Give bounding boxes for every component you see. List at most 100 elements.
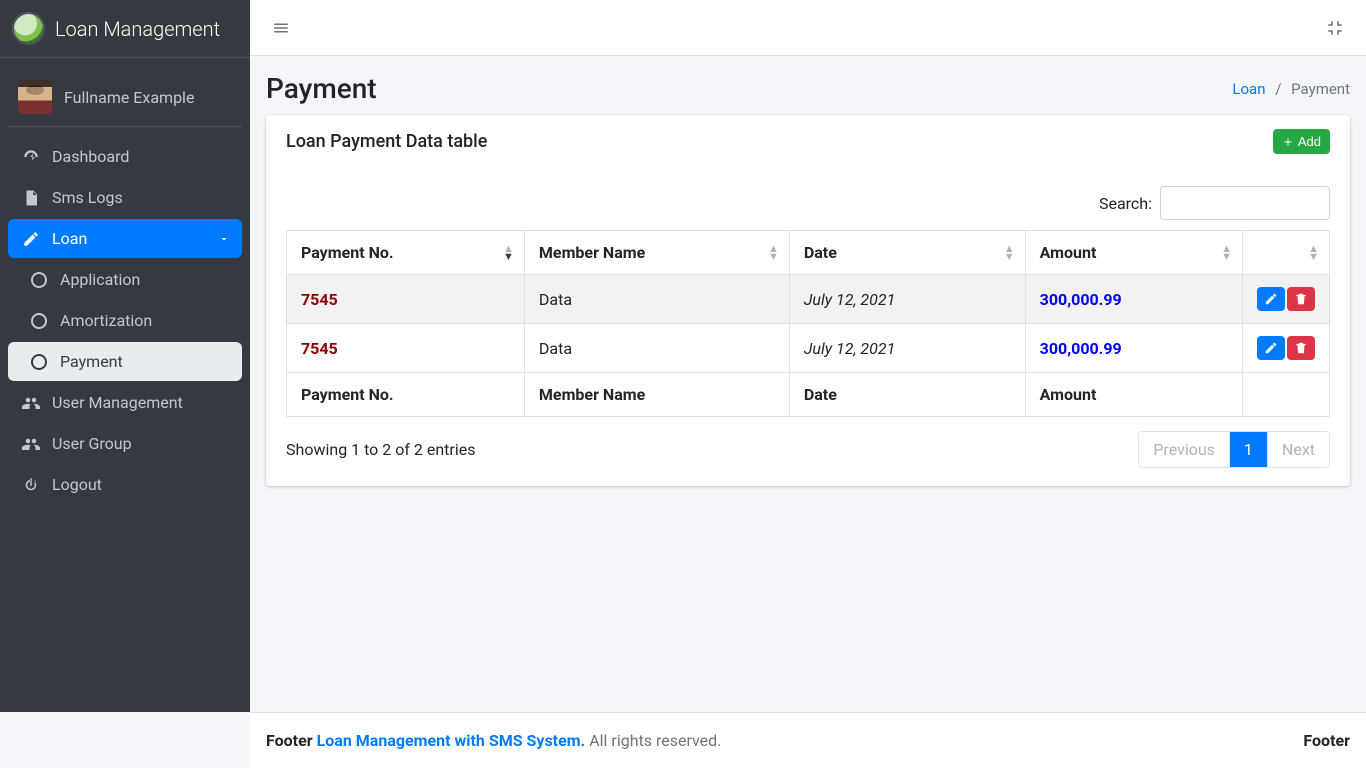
breadcrumb: Loan / Payment: [1232, 80, 1350, 98]
edit-icon: [1264, 292, 1278, 306]
cell-member-name: Data: [524, 324, 789, 373]
footer-date: Date: [789, 373, 1025, 417]
avatar: [18, 80, 52, 114]
trash-icon: [1294, 292, 1308, 306]
footer: Footer Loan Management with SMS System. …: [250, 712, 1366, 768]
footer-actions: [1243, 373, 1330, 417]
sidebar-item-label: Amortization: [60, 311, 152, 330]
sidebar-item-user-group[interactable]: User Group: [8, 424, 242, 463]
table-row: 7545DataJuly 12, 2021300,000.99: [287, 275, 1330, 324]
sidebar-item-amortization[interactable]: Amortization: [8, 301, 242, 340]
cell-actions: [1243, 324, 1330, 373]
topbar: [250, 0, 1366, 56]
page-1[interactable]: 1: [1229, 432, 1267, 467]
breadcrumb-separator: /: [1275, 80, 1281, 98]
sidebar-item-label: Logout: [52, 475, 102, 494]
datatable-info: Showing 1 to 2 of 2 entries: [286, 440, 475, 459]
search: Search:: [1099, 186, 1330, 220]
user-fullname: Fullname Example: [64, 88, 194, 107]
sort-icon: ▲▼: [1004, 245, 1015, 261]
sidebar: Loan Management Fullname Example Dashboa…: [0, 0, 250, 712]
page-header: Payment Loan / Payment: [266, 72, 1350, 115]
circle-icon: [28, 313, 50, 329]
sidebar-item-dashboard[interactable]: Dashboard: [8, 137, 242, 176]
brand-logo-icon: [12, 12, 45, 45]
page-previous[interactable]: Previous: [1139, 432, 1229, 467]
edit-icon: [20, 230, 42, 248]
sort-icon: ▲▼: [503, 245, 514, 261]
sort-icon: ▲▼: [768, 245, 779, 261]
sort-icon: ▲▼: [1221, 245, 1232, 261]
brand[interactable]: Loan Management: [0, 0, 250, 58]
users-icon: [20, 394, 42, 412]
footer-right: Footer: [1303, 731, 1350, 750]
page-next[interactable]: Next: [1267, 432, 1329, 467]
col-member-name[interactable]: Member Name▲▼: [524, 231, 789, 275]
fullscreen-toggle-button[interactable]: [1320, 13, 1350, 43]
sidebar-item-logout[interactable]: Logout: [8, 465, 242, 504]
footer-payment-no: Payment No.: [287, 373, 525, 417]
circle-icon: [28, 354, 50, 370]
compress-icon: [1326, 19, 1344, 37]
cell-actions: [1243, 275, 1330, 324]
sidebar-toggle-button[interactable]: [266, 13, 296, 43]
edit-button[interactable]: [1257, 287, 1285, 311]
col-amount[interactable]: Amount▲▼: [1025, 231, 1242, 275]
footer-left-suffix: All rights reserved.: [589, 731, 721, 750]
cell-amount: 300,000.99: [1025, 324, 1242, 373]
edit-button[interactable]: [1257, 336, 1285, 360]
user-panel[interactable]: Fullname Example: [8, 68, 242, 127]
power-icon: [20, 476, 42, 494]
datatable-footer: Showing 1 to 2 of 2 entries Previous 1 N…: [286, 431, 1330, 468]
users-icon: [20, 435, 42, 453]
sidebar-item-label: Dashboard: [52, 147, 129, 166]
pagination: Previous 1 Next: [1138, 431, 1330, 468]
footer-link[interactable]: Loan Management with SMS System.: [317, 731, 586, 750]
card-header: Loan Payment Data table Add: [266, 115, 1350, 168]
search-input[interactable]: [1160, 186, 1330, 220]
table-row: 7545DataJuly 12, 2021300,000.99: [287, 324, 1330, 373]
footer-left-prefix: Footer: [266, 731, 317, 750]
add-button[interactable]: Add: [1273, 129, 1330, 154]
footer-right-text: Footer: [1303, 731, 1350, 750]
sidebar-item-loan[interactable]: Loan Application Amortization Payment: [8, 219, 242, 381]
trash-icon: [1294, 341, 1308, 355]
cell-date: July 12, 2021: [789, 324, 1025, 373]
main: Payment Loan / Payment Loan Payment Data…: [250, 0, 1366, 712]
sidebar-item-label: Sms Logs: [52, 188, 123, 207]
col-actions[interactable]: ▲▼: [1243, 231, 1330, 275]
sidebar-item-label: Loan: [52, 229, 87, 248]
card-title: Loan Payment Data table: [286, 131, 487, 152]
search-label: Search:: [1099, 194, 1152, 213]
cell-date: July 12, 2021: [789, 275, 1025, 324]
brand-title: Loan Management: [55, 17, 220, 41]
page-title: Payment: [266, 72, 377, 105]
cell-payment-no: 7545: [287, 275, 525, 324]
datatable-toolbar: Search:: [286, 186, 1330, 220]
payment-table: Payment No.▲▼ Member Name▲▼ Date▲▼ Amoun…: [286, 230, 1330, 417]
breadcrumb-current: Payment: [1291, 80, 1350, 98]
circle-icon: [28, 272, 50, 288]
col-date[interactable]: Date▲▼: [789, 231, 1025, 275]
delete-button[interactable]: [1287, 287, 1315, 311]
content: Payment Loan / Payment Loan Payment Data…: [250, 56, 1366, 712]
dashboard-icon: [20, 148, 42, 166]
sidebar-item-payment[interactable]: Payment: [8, 342, 242, 381]
footer-member-name: Member Name: [524, 373, 789, 417]
file-icon: [20, 189, 42, 207]
breadcrumb-parent[interactable]: Loan: [1232, 80, 1265, 98]
delete-button[interactable]: [1287, 336, 1315, 360]
add-button-label: Add: [1298, 134, 1321, 149]
hamburger-icon: [272, 19, 290, 37]
sidebar-item-sms-logs[interactable]: Sms Logs: [8, 178, 242, 217]
sidebar-submenu-loan: Application Amortization Payment: [8, 260, 242, 381]
sort-icon: ▲▼: [1308, 245, 1319, 261]
sidebar-item-label: Payment: [60, 352, 123, 371]
card-body: Search: Payment No.▲▼ Member Name▲▼ Date…: [266, 168, 1350, 486]
sidebar-item-user-management[interactable]: User Management: [8, 383, 242, 422]
chevron-down-icon: [218, 233, 230, 245]
col-payment-no[interactable]: Payment No.▲▼: [287, 231, 525, 275]
cell-amount: 300,000.99: [1025, 275, 1242, 324]
sidebar-item-application[interactable]: Application: [8, 260, 242, 299]
sidebar-item-label: User Management: [52, 393, 183, 412]
